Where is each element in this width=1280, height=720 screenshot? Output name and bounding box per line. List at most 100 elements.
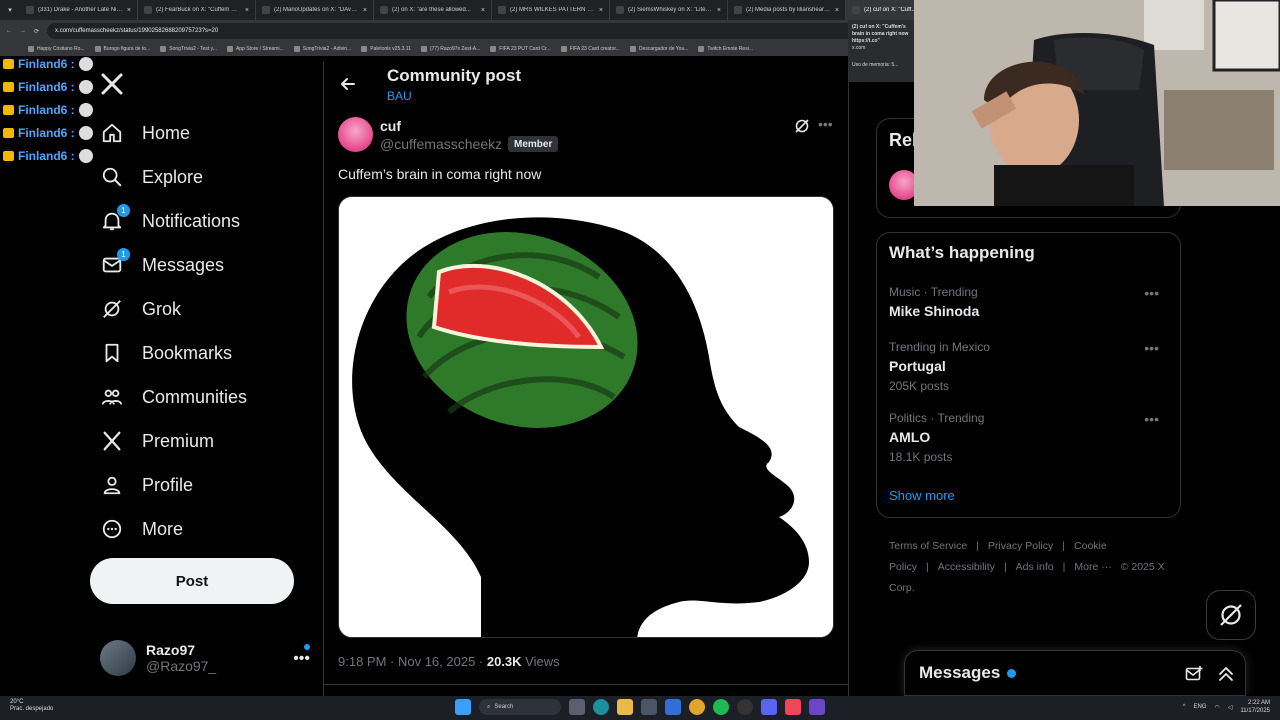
app-icon[interactable] [809,699,825,715]
bookmark-item[interactable]: Twitch Emote Resi... [698,46,753,52]
back-icon[interactable]: ← [6,28,12,34]
grok-fab-button[interactable] [1206,590,1256,640]
address-bar[interactable]: x.com/cuffemasscheekz/status/19902582688… [47,23,868,39]
footer-link[interactable]: More ··· [1074,561,1111,573]
post-timestamp[interactable]: 9:18 PM · Nov 16, 2025 · [338,654,487,669]
nav-item-profile[interactable]: Profile [100,465,193,505]
nav-item-home[interactable]: Home [100,113,190,153]
trend-more-icon[interactable]: ••• [1144,285,1159,301]
nav-item-messages[interactable]: 1 Messages [100,245,224,285]
author-handle[interactable]: @cuffemasscheekz [380,136,502,152]
bookmark-item[interactable]: SongTrivia2 - Test y... [160,46,217,52]
trend-count: 205K posts [889,379,950,393]
post-image[interactable] [338,196,834,638]
bookmark-item[interactable]: Descargador de You... [629,46,688,52]
trend-item[interactable]: Music · Trending Mike Shinoda ••• [889,285,1169,319]
nav-item-explore[interactable]: Explore [100,157,203,197]
nav-item-notifications[interactable]: 1 Notifications [100,201,240,241]
browser-tab[interactable]: (2) SiemsWhiskey on X: "Literally × [610,0,728,20]
bookmark-item[interactable]: SongTrivia2 - Adivin... [293,46,351,52]
edge-icon[interactable] [593,699,609,715]
bookmark-item[interactable]: FIFA 23 PUT Card Cr... [490,46,551,52]
messages-drawer[interactable]: Messages [904,650,1246,696]
grok-icon[interactable] [794,118,810,134]
footer-link[interactable]: Ads info [1016,561,1054,573]
trend-more-icon[interactable]: ••• [1144,411,1159,427]
browser-tab[interactable]: (2) MRS WILKES PATTERN RECI... × [492,0,610,20]
tab-close-icon[interactable]: × [127,7,131,14]
tab-close-icon[interactable]: × [599,7,603,14]
browser-tab[interactable]: (2) FearBuck on X: "Cuffem wa... × [138,0,256,20]
trend-more-icon[interactable]: ••• [1144,340,1159,356]
expand-up-icon[interactable] [1217,665,1235,683]
footer-link[interactable]: Accessibility [938,561,995,573]
browser-tab[interactable]: (2) Media posts by lilianshearin... × [728,0,846,20]
chrome-icon[interactable] [689,699,705,715]
clock-time: 2:22 AM [1247,700,1270,706]
obs-icon[interactable] [737,699,753,715]
nav-item-label: Home [142,122,191,143]
footer-link[interactable]: Terms of Service [889,540,967,552]
trend-item[interactable]: Politics · Trending AMLO 18.1K posts ••• [889,411,1169,464]
crown-badge-icon [3,58,14,69]
forward-icon[interactable]: → [20,28,26,34]
member-badge: Member [508,136,559,152]
column-divider [323,62,324,720]
bookmark-item[interactable]: FIFA 23 Card creator... [560,46,620,52]
taskbar-clock[interactable]: 2:22 AM 11/17/2025 [1240,699,1270,715]
new-message-icon[interactable] [1185,665,1203,683]
nav-badge: 1 [117,204,130,217]
search-icon [100,165,124,189]
show-more-link[interactable]: Show more [889,488,955,503]
people-icon [100,385,124,409]
grok-icon [100,297,124,321]
author-avatar[interactable] [338,117,373,152]
tab-title: (2) MarioUpdates on X: "DAvol... [274,7,359,13]
browser-tab[interactable]: (2) MarioUpdates on X: "DAvol... × [256,0,374,20]
browser-tab[interactable]: (2) on X: "are these allowed... × [374,0,492,20]
folder-icon[interactable] [617,699,633,715]
discord-icon[interactable] [761,699,777,715]
nav-item-communities[interactable]: Communities [100,377,247,417]
account-switcher[interactable]: Razo97 @Razo97_ ••• [100,638,310,678]
back-arrow-icon[interactable] [338,74,358,94]
spotify-icon[interactable] [713,699,729,715]
hover-card-title: (2) cuf on X: "Cuffem's brain in coma ri… [852,24,909,44]
x-logo-icon[interactable] [100,72,124,103]
weather-widget[interactable]: 20°C Prac. despejado [10,699,53,713]
volume-icon[interactable]: ◁ [1228,704,1233,711]
crown-badge-icon [3,150,14,161]
music-icon[interactable] [785,699,801,715]
chevron-up-icon[interactable]: ^ [1183,704,1186,710]
nav-item-premium[interactable]: Premium [100,421,214,461]
author-name[interactable]: cuf [380,118,401,134]
community-link[interactable]: BAU [387,89,412,103]
tab-close-icon[interactable]: × [717,7,721,14]
trend-item[interactable]: Trending in Mexico Portugal 205K posts ••• [889,340,1169,393]
bookmark-item[interactable]: (77) Razo97s Zest-A... [420,46,480,52]
nav-item-bookmarks[interactable]: Bookmarks [100,333,232,373]
footer-link[interactable]: Privacy Policy [988,540,1053,552]
task-view-icon[interactable] [569,699,585,715]
wifi-icon[interactable]: ◠ [1215,704,1220,711]
bookmark-item[interactable]: App Store / Streami... [226,46,284,52]
windows-start-icon[interactable] [455,699,471,715]
tab-close-icon[interactable]: × [245,7,249,14]
reload-icon[interactable]: ⟳ [34,28,39,35]
bookmark-item[interactable]: Paletools v25.3.11 [361,46,411,52]
nav-item-more[interactable]: More [100,509,183,549]
browser-tab[interactable]: (331) Drake - Another Late Nig... × [20,0,138,20]
taskbar-search[interactable]: ⌕ Search [479,699,561,715]
tab-close-icon[interactable]: × [481,7,485,14]
account-more-icon[interactable]: ••• [293,650,310,668]
tab-menu-icon[interactable]: ▾ [0,6,20,14]
nav-item-grok[interactable]: Grok [100,289,181,329]
store-icon[interactable] [641,699,657,715]
bookmark-label: SongTrivia2 - Test y... [169,46,217,52]
language-indicator[interactable]: ENG [1194,704,1207,710]
post-button[interactable]: Post [90,558,294,604]
tab-close-icon[interactable]: × [363,7,367,14]
post-more-icon[interactable]: ••• [818,116,833,132]
tab-close-icon[interactable]: × [835,7,839,14]
mail-icon[interactable] [665,699,681,715]
